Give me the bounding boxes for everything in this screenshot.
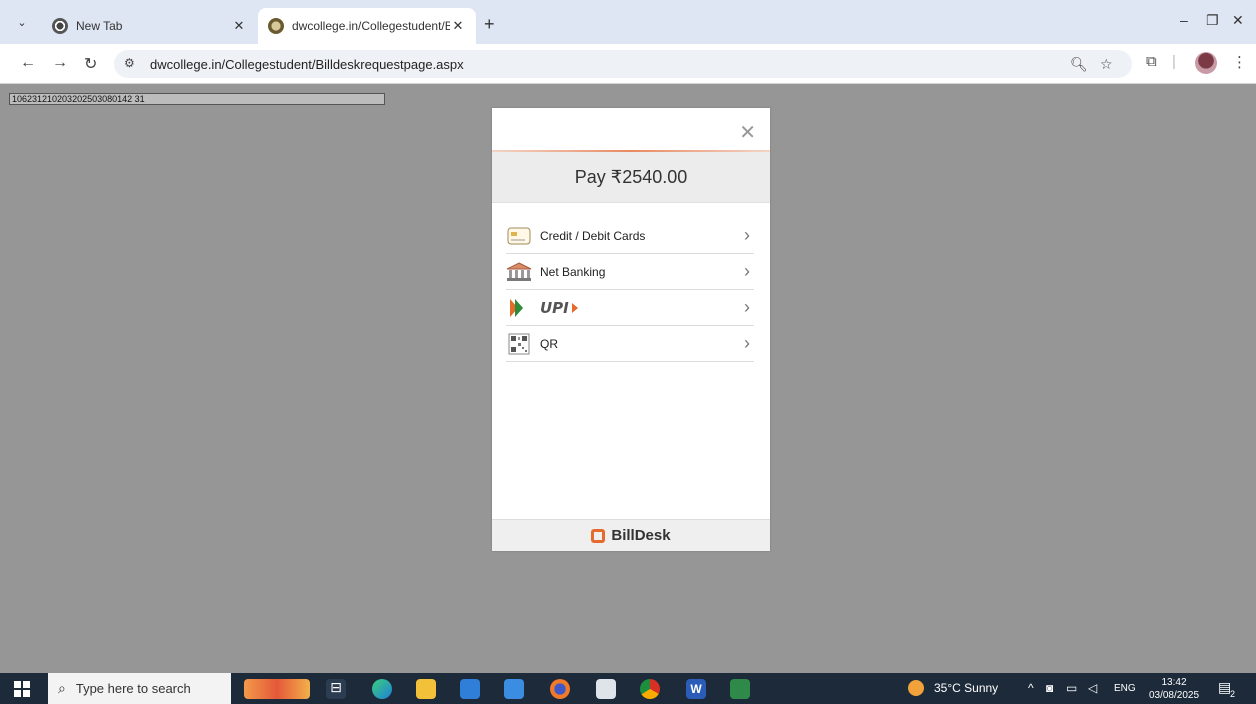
extensions-icon[interactable]: ⧉: [1146, 53, 1157, 70]
college-favicon-icon: [268, 18, 284, 34]
weather-sun-icon: [908, 680, 924, 696]
minimize-icon[interactable]: –: [1180, 12, 1188, 28]
chrome-icon: [52, 18, 68, 34]
firefox-icon[interactable]: [550, 679, 570, 699]
billdesk-payment-modal: ✕ Pay ₹2540.00 Credit / Debit Cards › Ne…: [492, 108, 770, 551]
tab-title: dwcollege.in/Collegestudent/Bi: [292, 19, 450, 33]
zoom-icon[interactable]: 🔍︎: [1070, 56, 1088, 73]
upi-logo-icon: UPI: [506, 297, 586, 319]
payment-option-cards[interactable]: Credit / Debit Cards ›: [506, 218, 754, 254]
close-tab-icon[interactable]: ✕: [450, 18, 466, 34]
tab-title: New Tab: [76, 19, 123, 33]
back-icon[interactable]: ←: [20, 54, 36, 72]
excel-icon[interactable]: [730, 679, 750, 699]
qr-code-icon: [506, 333, 532, 355]
notification-count: 2: [1230, 689, 1236, 699]
reload-icon[interactable]: ↻: [84, 54, 97, 74]
url-text[interactable]: dwcollege.in/Collegestudent/Billdeskrequ…: [150, 57, 464, 72]
new-tab-button[interactable]: +: [484, 14, 495, 35]
close-window-icon[interactable]: ✕: [1232, 12, 1244, 29]
menu-kebab-icon[interactable]: ⋮: [1232, 53, 1247, 71]
tab-search-button[interactable]: ⌄: [12, 12, 32, 32]
option-label: Credit / Debit Cards: [540, 228, 646, 243]
pay-amount: Pay ₹2540.00: [492, 152, 770, 203]
network-icon[interactable]: ▭: [1066, 681, 1077, 695]
option-label: Net Banking: [540, 264, 606, 279]
chevron-right-icon: ›: [744, 333, 750, 353]
file-explorer-icon[interactable]: [416, 679, 436, 699]
mail-icon[interactable]: [504, 679, 524, 699]
billdesk-brand-text: BillDesk: [611, 527, 671, 544]
transaction-id-field: 106231210203202503080142 31: [9, 93, 385, 105]
restore-icon[interactable]: ❐: [1206, 12, 1219, 29]
tab-dwcollege[interactable]: dwcollege.in/Collegestudent/Bi ✕: [258, 8, 476, 44]
clock[interactable]: 13:42 03/08/2025: [1146, 676, 1202, 702]
chevron-right-icon: ›: [744, 261, 750, 281]
store-icon[interactable]: [460, 679, 480, 699]
chrome-taskbar-icon[interactable]: [640, 679, 660, 699]
bookmark-star-icon[interactable]: ☆: [1100, 56, 1113, 73]
language-indicator[interactable]: ENG: [1114, 683, 1136, 694]
tray-chevron-up-icon[interactable]: ^: [1028, 681, 1034, 695]
windows-taskbar: ⌕ Type here to search ⊟ W 35°C Sunny ^ ◙…: [0, 673, 1256, 704]
edge-icon[interactable]: [372, 679, 392, 699]
svg-text:UPI: UPI: [540, 299, 569, 317]
forward-icon[interactable]: →: [52, 54, 68, 72]
credit-card-icon: [506, 225, 532, 247]
billdesk-footer: BillDesk: [492, 519, 770, 551]
task-view-icon[interactable]: ⊟: [326, 679, 346, 699]
toolbar-divider: |: [1172, 53, 1176, 70]
word-icon[interactable]: W: [686, 679, 706, 699]
chevron-right-icon: ›: [744, 225, 750, 245]
profile-avatar[interactable]: [1195, 52, 1217, 74]
close-tab-icon[interactable]: ✕: [231, 18, 247, 34]
browser-toolbar: ← → ↻ ⚙ dwcollege.in/Collegestudent/Bill…: [0, 44, 1256, 84]
tab-new-tab[interactable]: New Tab ✕: [42, 8, 257, 44]
volume-muted-icon[interactable]: ◁: [1088, 681, 1097, 695]
windows-start-icon[interactable]: [14, 681, 30, 697]
billdesk-logo-icon: [591, 528, 606, 543]
page-overlay: 106231210203202503080142 31 ✕ Pay ₹2540.…: [0, 84, 1256, 673]
site-info-icon[interactable]: ⚙: [124, 56, 135, 70]
chevron-right-icon: ›: [744, 297, 750, 317]
taskbar-search[interactable]: ⌕ Type here to search: [48, 673, 231, 704]
meet-now-icon[interactable]: ◙: [1046, 681, 1053, 695]
date-text: 03/08/2025: [1148, 690, 1200, 701]
address-bar[interactable]: ⚙ dwcollege.in/Collegestudent/Billdeskre…: [114, 50, 1132, 78]
people-search-highlight-icon[interactable]: [244, 679, 310, 699]
time-text: 13:42: [1161, 677, 1187, 688]
close-icon[interactable]: ✕: [739, 120, 756, 145]
payment-option-netbanking[interactable]: Net Banking ›: [506, 254, 754, 290]
payment-option-qr[interactable]: QR ›: [506, 326, 754, 362]
search-placeholder: Type here to search: [75, 681, 191, 696]
weather-text[interactable]: 35°C Sunny: [934, 681, 998, 695]
bank-icon: [506, 261, 532, 283]
search-icon: ⌕: [58, 680, 66, 696]
tab-strip: ⌄ New Tab ✕ dwcollege.in/Collegestudent/…: [0, 0, 1256, 44]
scanner-app-icon[interactable]: [596, 679, 616, 699]
option-label: QR: [540, 336, 558, 351]
payment-option-upi[interactable]: UPI ›: [506, 290, 754, 326]
